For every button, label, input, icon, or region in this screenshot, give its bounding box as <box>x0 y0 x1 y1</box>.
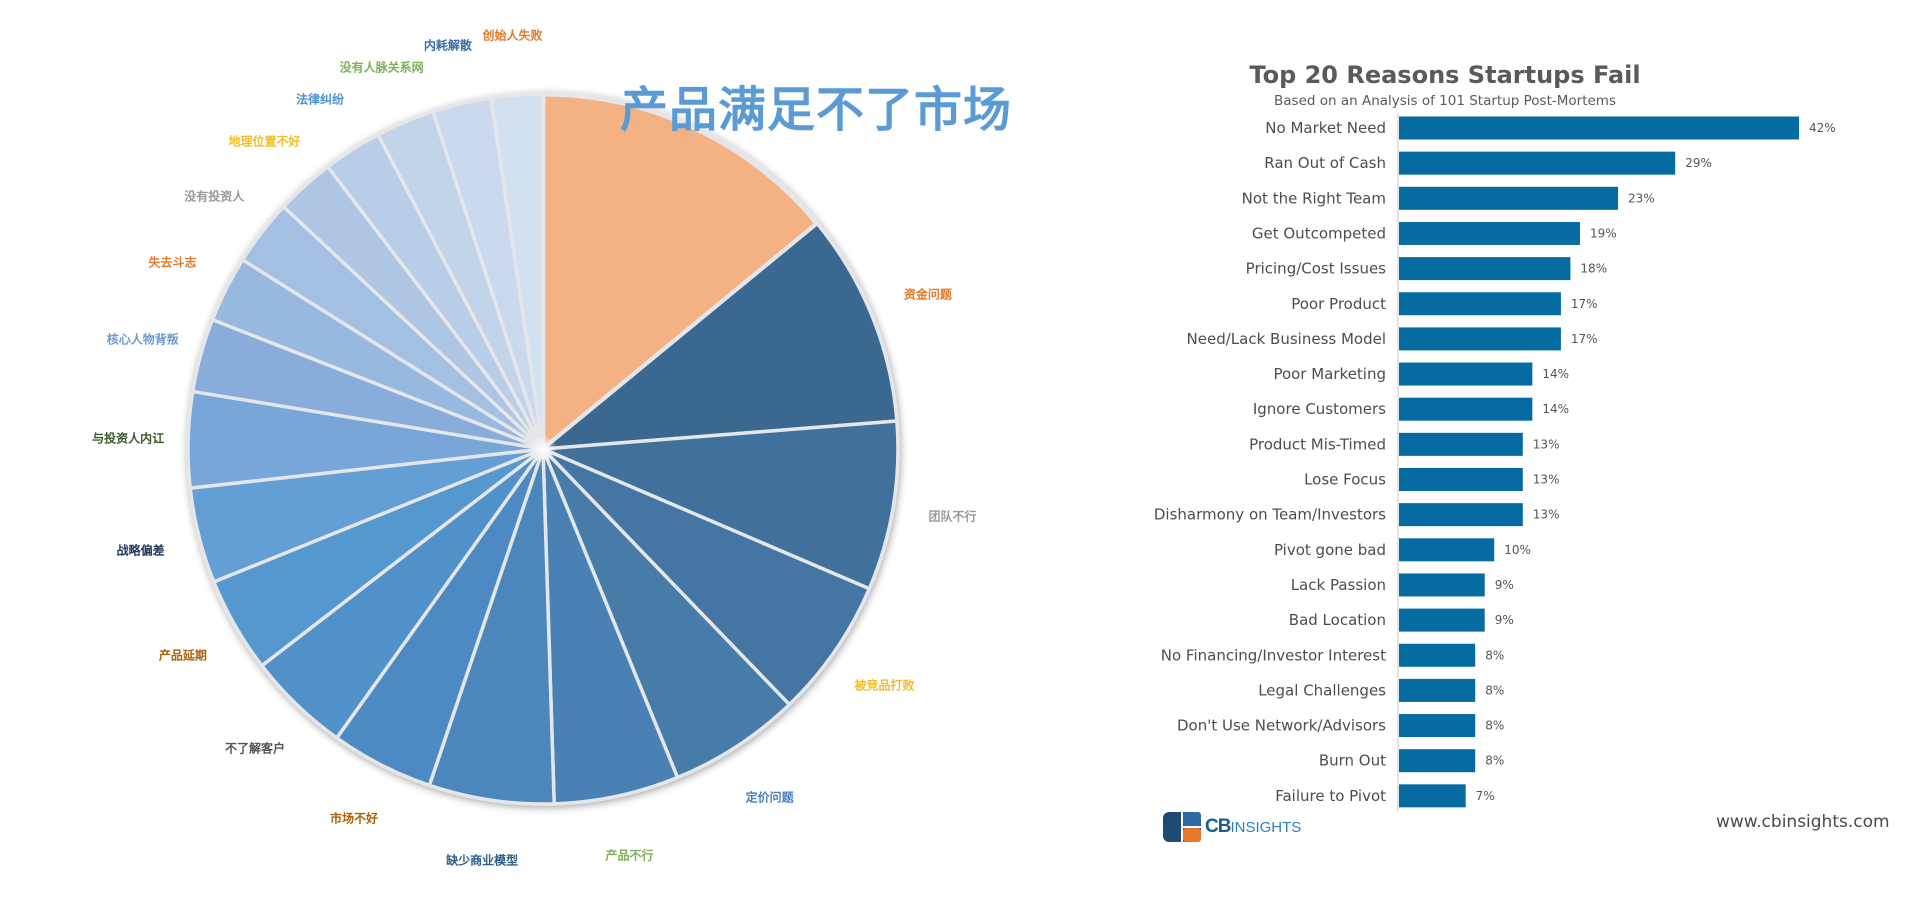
bar-value-label: 18% <box>1580 262 1607 276</box>
pie-slice-label: 不了解客户 <box>224 741 285 756</box>
bar <box>1399 221 1580 245</box>
bar-category-label: Pricing/Cost Issues <box>1246 260 1387 278</box>
bar-value-label: 7% <box>1476 789 1495 803</box>
logo-text-insights: INSIGHTS <box>1230 818 1302 836</box>
pie-slice-label: 市场不好 <box>329 811 379 826</box>
bar <box>1399 257 1571 281</box>
bar-category-label: Failure to Pivot <box>1275 787 1386 805</box>
bar-value-label: 14% <box>1542 367 1569 381</box>
bar <box>1399 749 1476 773</box>
pie-slice-label: 失去斗志 <box>148 255 197 270</box>
bar-category-label: Product Mis-Timed <box>1249 435 1386 453</box>
bar-value-label: 8% <box>1485 754 1504 768</box>
bar <box>1399 151 1676 175</box>
bar <box>1399 608 1485 632</box>
bar-value-label: 17% <box>1571 297 1598 311</box>
pie-slice-label: 创始人失败 <box>482 28 543 43</box>
cb-insights-logo: CB INSIGHTS <box>1163 812 1301 842</box>
cb-insights-logo-icon <box>1163 812 1201 842</box>
bar <box>1399 643 1476 667</box>
bar-category-label: Bad Location <box>1289 611 1386 629</box>
bar <box>1399 678 1476 702</box>
bar-value-label: 9% <box>1495 578 1514 592</box>
pie-slice-label: 与投资人内讧 <box>92 431 165 446</box>
bar-category-label: Lose Focus <box>1304 471 1386 489</box>
bar-category-label: Don't Use Network/Advisors <box>1177 717 1386 735</box>
bar-chart-svg: No Market Need 42% Ran Out of Cash 29% Not t… <box>1154 113 1836 811</box>
pie-slice-label: 定价问题 <box>745 790 794 805</box>
bar <box>1399 432 1523 456</box>
logo-text-cb: CB <box>1205 816 1231 837</box>
pie-slice-label: 没有投资人 <box>184 189 245 204</box>
bar-category-label: Burn Out <box>1319 752 1386 770</box>
pie-slice-label: 法律纠纷 <box>295 92 344 107</box>
bar-value-label: 19% <box>1590 226 1617 240</box>
bar-value-label: 13% <box>1533 473 1560 487</box>
pie-chart-title: 产品满足不了市场 <box>620 82 1013 138</box>
bar <box>1399 468 1523 491</box>
bar-chart: Top 20 Reasons Startups Fail Based on an… <box>1140 55 1919 899</box>
bar <box>1399 503 1523 527</box>
bar-value-label: 10% <box>1504 543 1531 557</box>
bar-value-label: 8% <box>1485 648 1504 662</box>
pie-slice-label: 没有人脉关系网 <box>339 60 424 75</box>
pie-slice-label: 被竞品打败 <box>854 678 915 693</box>
bar-category-label: Poor Product <box>1291 295 1386 313</box>
bar-category-label: No Market Need <box>1265 119 1386 137</box>
pie-slice-label: 内耗解散 <box>423 38 472 53</box>
bar-category-label: No Financing/Investor Interest <box>1161 646 1386 664</box>
bar <box>1399 186 1619 210</box>
bar-value-label: 8% <box>1485 683 1504 697</box>
pie-slice-label: 核心人物背叛 <box>106 332 179 347</box>
bar <box>1399 327 1561 351</box>
bar-value-label: 9% <box>1495 613 1514 627</box>
bar-value-label: 23% <box>1628 191 1655 205</box>
bar-category-label: Ran Out of Cash <box>1264 154 1386 172</box>
bar-value-label: 13% <box>1533 508 1560 522</box>
bar-value-label: 17% <box>1571 332 1598 346</box>
bar <box>1399 362 1533 386</box>
pie-slice-label: 地理位置不好 <box>228 134 301 149</box>
pie-slice-label: 团队不行 <box>928 509 977 524</box>
bar-value-label: 8% <box>1485 719 1504 733</box>
pie-chart: 资金问题团队不行被竞品打败定价问题产品不行 缺少商业模型 市场不好 不了解客户 产品延期… <box>0 0 1100 899</box>
pie-slice-label: 战略偏差 <box>116 543 165 558</box>
bar-category-label: Get Outcompeted <box>1252 224 1386 242</box>
bar-category-label: Need/Lack Business Model <box>1187 330 1386 348</box>
bar-category-label: Ignore Customers <box>1253 400 1386 418</box>
bar <box>1399 714 1476 738</box>
bar <box>1399 397 1533 421</box>
bar <box>1399 573 1485 597</box>
bar-value-label: 14% <box>1542 402 1569 416</box>
pie-slice-label: 产品延期 <box>158 648 207 663</box>
bar <box>1399 292 1561 316</box>
bar <box>1399 116 1799 140</box>
bar-category-label: Poor Marketing <box>1273 365 1386 383</box>
bar-category-label: Legal Challenges <box>1258 681 1386 699</box>
bar-category-label: Not the Right Team <box>1242 189 1386 207</box>
website-url: www.cbinsights.com <box>1716 812 1890 832</box>
bar-value-label: 13% <box>1533 437 1560 451</box>
bar-category-label: Lack Passion <box>1291 576 1386 594</box>
bar-value-label: 42% <box>1809 121 1836 135</box>
bar-category-label: Pivot gone bad <box>1274 541 1386 559</box>
pie-slice-label: 产品不行 <box>605 848 654 863</box>
pie-slice-label: 缺少商业模型 <box>446 853 519 868</box>
bar-value-label: 29% <box>1685 156 1712 170</box>
bar <box>1399 538 1495 562</box>
pie-slice-label: 资金问题 <box>903 287 952 302</box>
pie-center-glow <box>529 435 557 463</box>
bar-category-label: Disharmony on Team/Investors <box>1154 506 1386 524</box>
bar <box>1399 784 1466 808</box>
